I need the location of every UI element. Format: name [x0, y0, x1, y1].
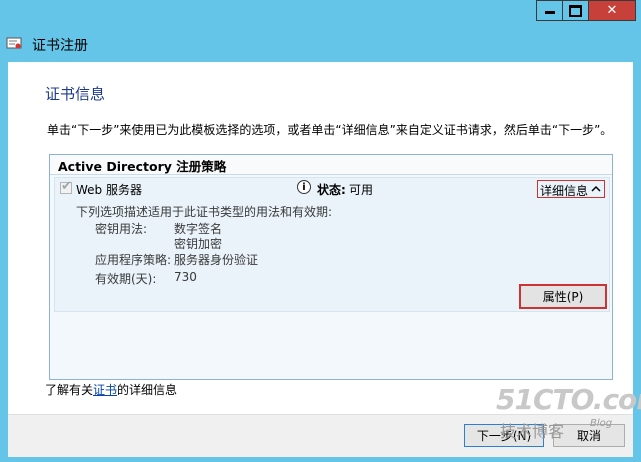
usage-description: 下列选项描述适用于此证书类型的用法和有效期: [76, 205, 333, 219]
validity-label: 有效期(天): [95, 272, 157, 286]
key-usage-value-2: 密钥加密 [174, 237, 223, 251]
watermark-subtitle: 技术博客 [500, 422, 565, 441]
details-label: 详细信息 [540, 184, 589, 198]
minimize-icon [544, 11, 555, 14]
validity-value: 730 [174, 270, 197, 284]
learn-more-suffix: 的详细信息 [117, 383, 178, 397]
instruction-text: 单击“下一步”来使用已为此模板选择的选项，或者单击“详细信息”来自定义证书请求，… [47, 123, 613, 137]
window-title: 证书注册 [32, 38, 88, 54]
certificate-icon [6, 37, 22, 50]
certificates-link[interactable]: 证书 [93, 383, 117, 397]
status-value: 可用 [349, 183, 374, 197]
minimize-button[interactable] [536, 0, 563, 21]
properties-button[interactable]: 属性(P) [519, 284, 607, 309]
watermark-logo: 51CTO.com [496, 383, 641, 416]
checkmark-icon: ✔ [61, 179, 72, 194]
policy-header-label: Active Directory 注册策略 [58, 159, 227, 174]
page-title: 证书信息 [45, 85, 106, 103]
learn-more-text: 了解有关证书的详细信息 [45, 381, 177, 398]
close-button[interactable]: ✕ [588, 0, 636, 21]
maximize-icon [569, 4, 582, 17]
maximize-button[interactable] [562, 0, 589, 21]
status-label: 状态: [317, 183, 346, 197]
policy-header: Active Directory 注册策略 [50, 155, 612, 175]
close-icon: ✕ [606, 3, 618, 18]
app-policy-value: 服务器身份验证 [174, 253, 259, 267]
template-name: Web 服务器 [76, 183, 142, 197]
info-icon: i [297, 180, 311, 194]
watermark-blog: Blog [590, 418, 613, 429]
app-policy-label: 应用程序策略: [95, 253, 172, 267]
key-usage-label: 密钥用法: [95, 222, 148, 236]
details-toggle[interactable]: 详细信息 [537, 180, 605, 198]
learn-more-prefix: 了解有关 [45, 383, 94, 397]
chevron-up-icon [591, 182, 601, 199]
